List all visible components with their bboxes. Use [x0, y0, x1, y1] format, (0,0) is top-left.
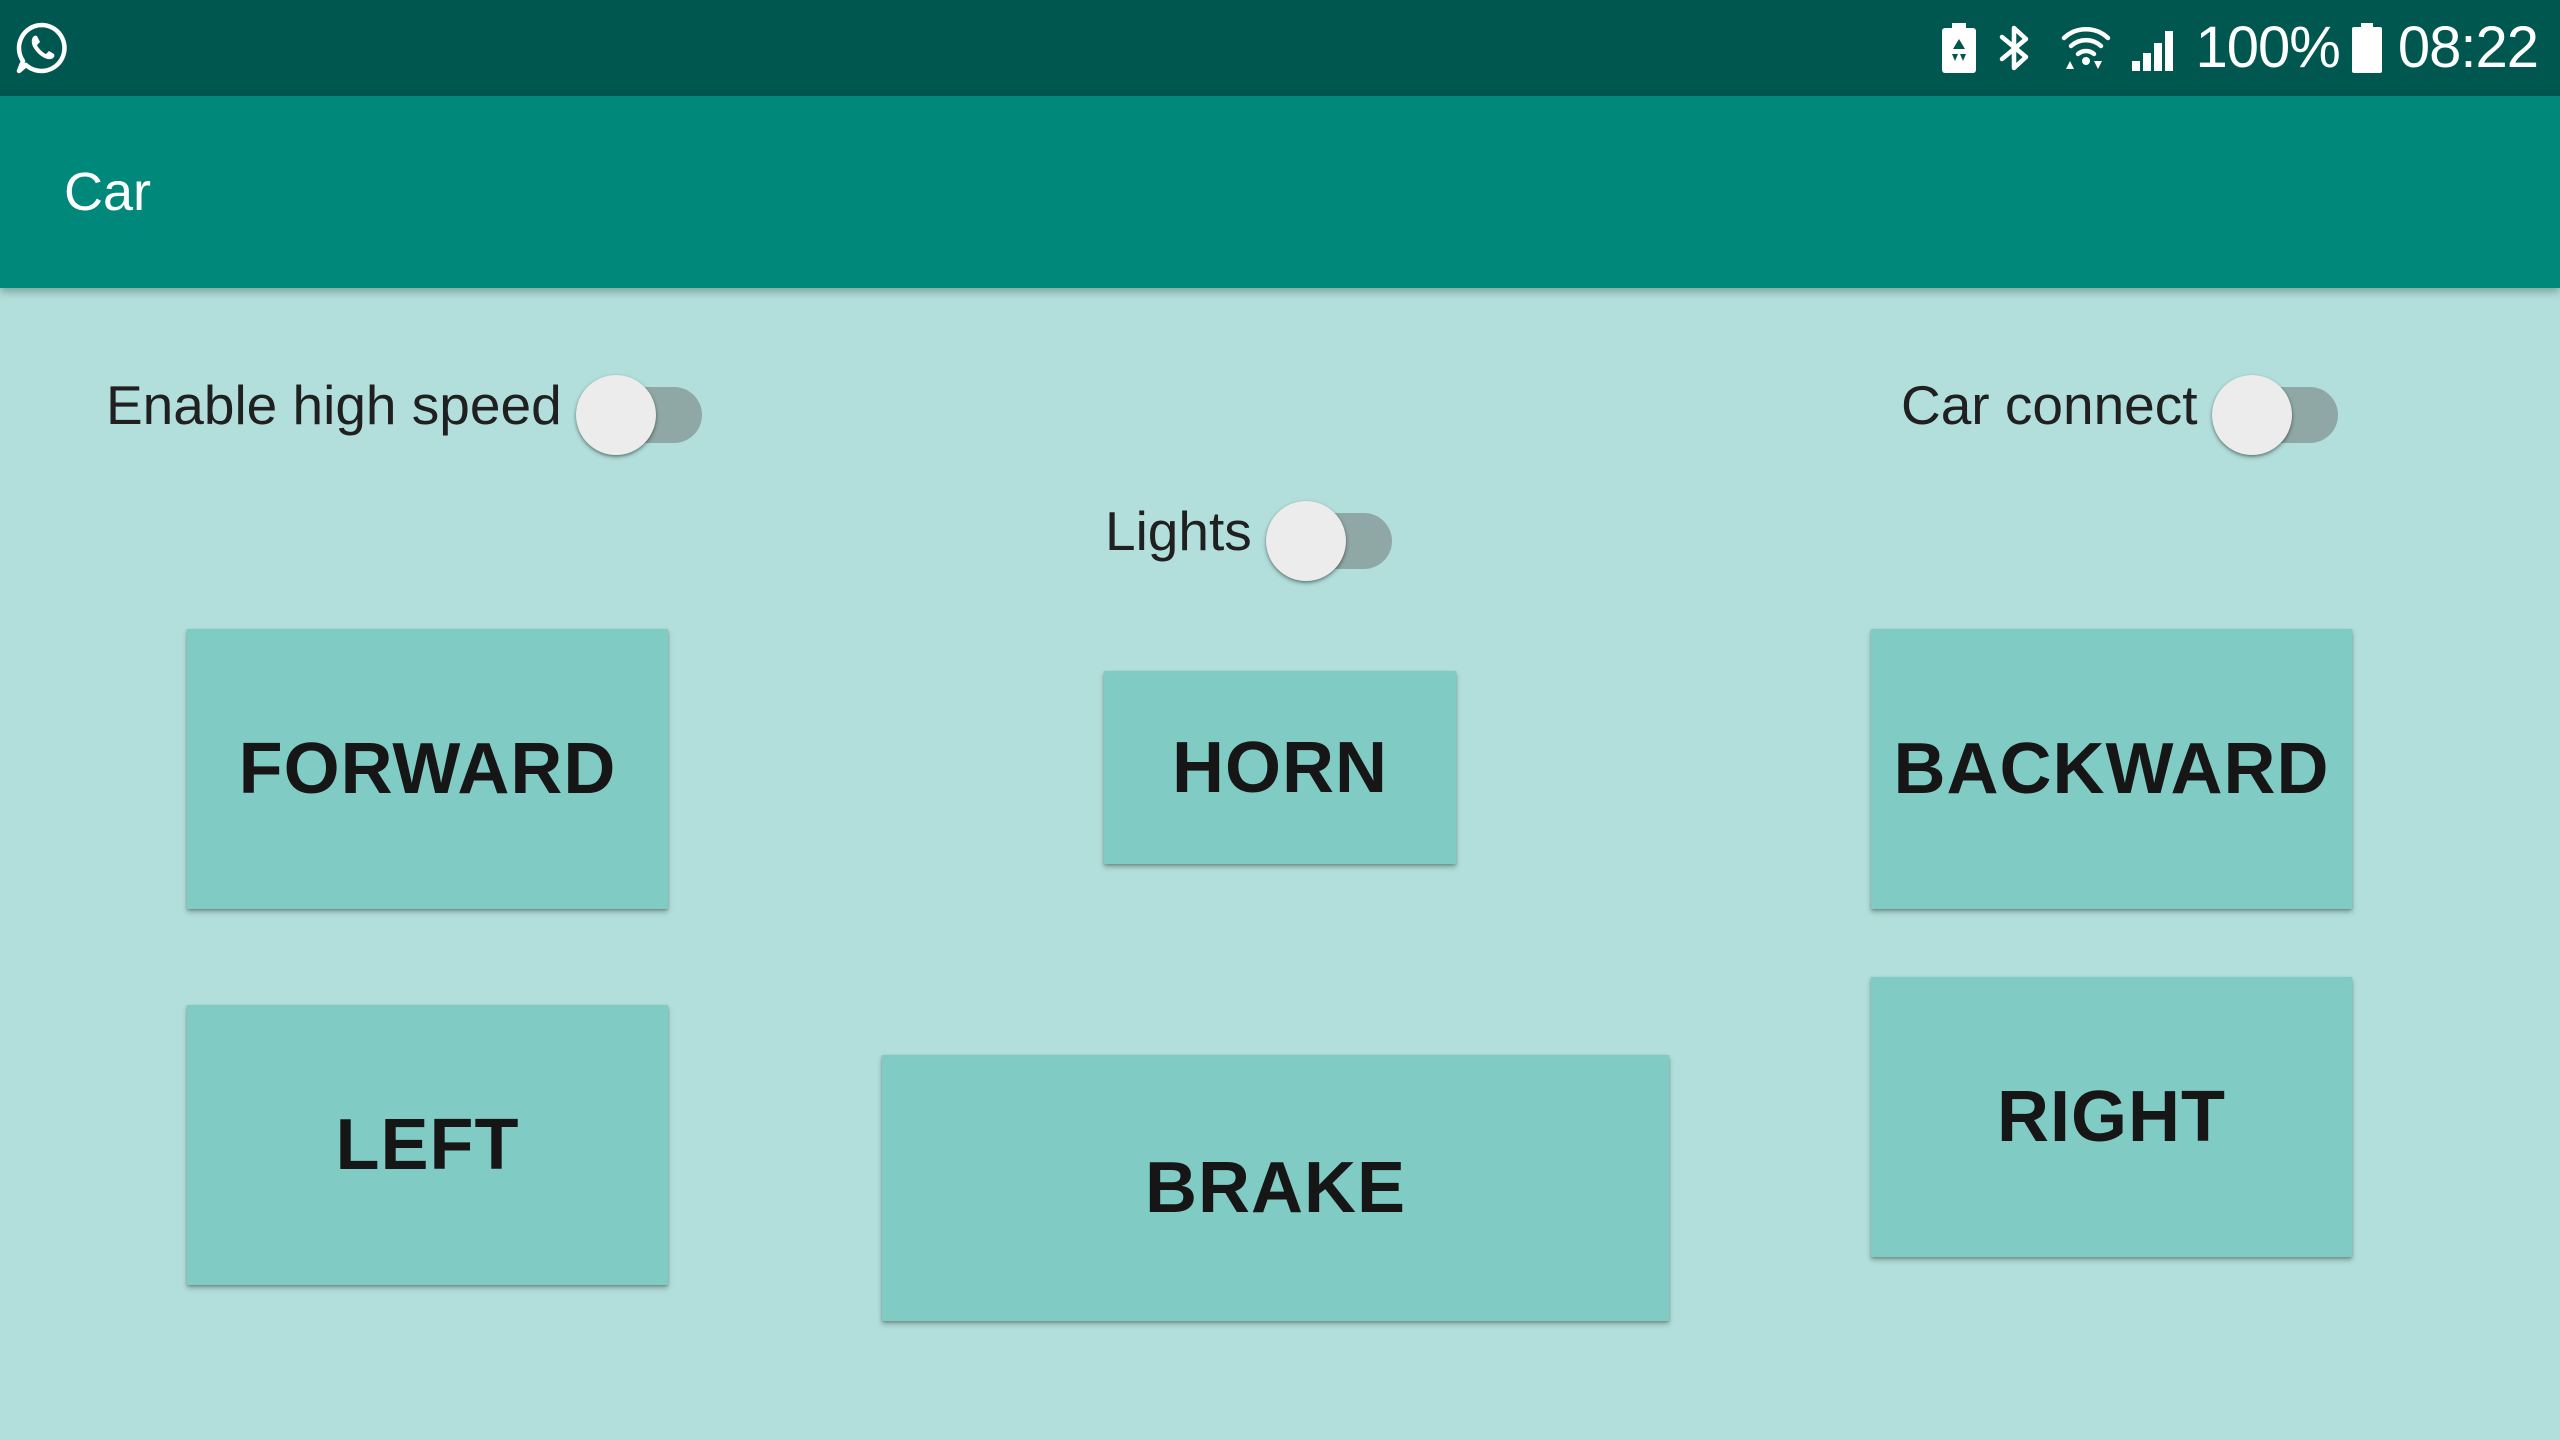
car-connect-label: Car connect	[1901, 374, 2198, 436]
forward-button[interactable]: FORWARD	[187, 629, 668, 909]
high-speed-label: Enable high speed	[106, 374, 562, 436]
car-connect-switch[interactable]	[2211, 365, 2344, 455]
car-connect-switch-row[interactable]: Car connect	[1901, 360, 2344, 455]
battery-percent: 100%	[2195, 15, 2341, 80]
switch-thumb	[1265, 501, 1346, 581]
horn-button[interactable]: HORN	[1104, 671, 1456, 864]
whatsapp-icon	[14, 20, 70, 76]
switch-thumb	[575, 375, 656, 455]
app-title: Car	[64, 162, 152, 222]
bluetooth-icon	[1998, 23, 2032, 73]
clock: 08:22	[2397, 15, 2539, 80]
right-button[interactable]: RIGHT	[1871, 977, 2352, 1257]
backward-button[interactable]: BACKWARD	[1871, 629, 2352, 909]
wifi-icon	[2060, 23, 2112, 73]
battery-saver-icon	[1941, 23, 1976, 73]
high-speed-switch[interactable]	[575, 365, 708, 455]
status-bar: 100% 08:22	[0, 0, 2560, 96]
cell-signal-icon	[2130, 23, 2178, 73]
brake-button[interactable]: BRAKE	[882, 1055, 1669, 1321]
lights-switch-row[interactable]: Lights	[1105, 486, 1398, 581]
high-speed-switch-row[interactable]: Enable high speed	[106, 360, 708, 455]
switch-thumb	[2211, 375, 2292, 455]
battery-icon	[2351, 23, 2382, 73]
app-bar: Car	[0, 96, 2560, 288]
left-button[interactable]: LEFT	[187, 1005, 668, 1285]
lights-label: Lights	[1105, 500, 1252, 562]
lights-switch[interactable]	[1265, 491, 1398, 581]
